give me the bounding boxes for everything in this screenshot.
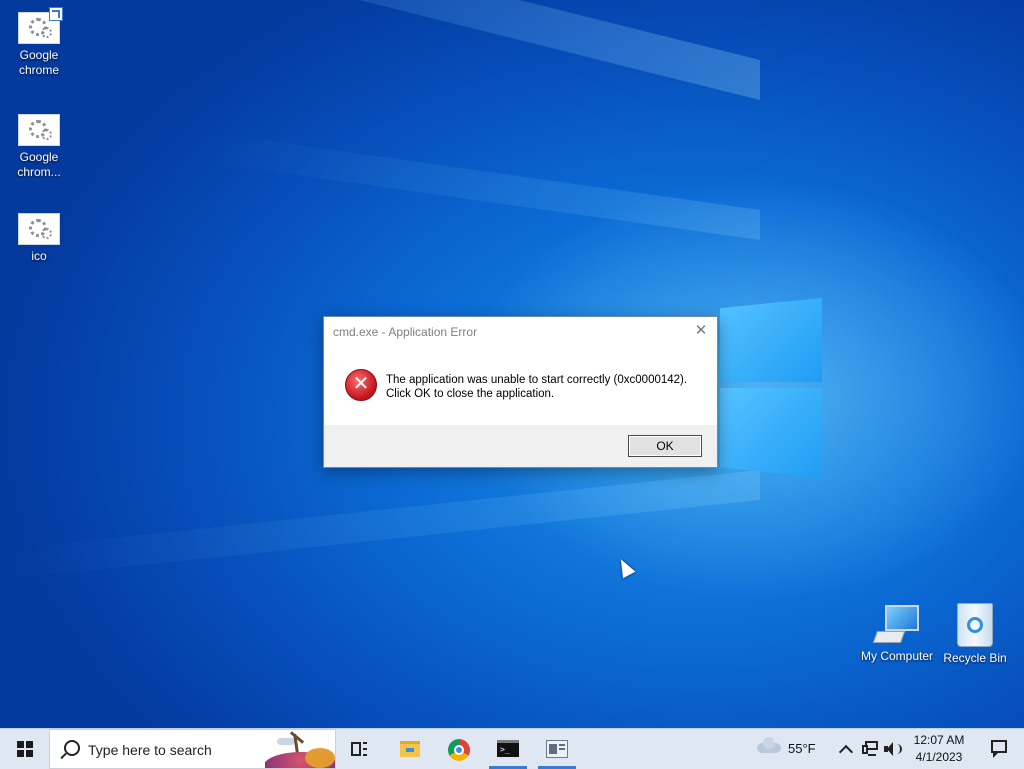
desktop-icon-google-chrom[interactable]: Google chrom...	[3, 114, 75, 180]
desktop-icon-label: Recycle Bin	[943, 651, 1007, 665]
show-hidden-icons-button[interactable]	[836, 739, 856, 760]
network-icon[interactable]	[862, 741, 880, 757]
error-icon: ✕	[345, 369, 377, 401]
notification-icon	[991, 740, 1007, 758]
mouse-cursor-icon	[614, 555, 636, 579]
settings-file-icon	[18, 114, 60, 146]
dialog-footer: OK	[324, 425, 717, 467]
search-highlight-art-icon	[265, 730, 335, 768]
shortcut-arrow-icon	[49, 7, 63, 21]
close-icon[interactable]: ✕	[691, 321, 711, 341]
taskbar-app-window[interactable]	[534, 729, 580, 769]
dialog-title: cmd.exe - Application Error	[333, 325, 478, 339]
weather-temperature: 55°F	[788, 741, 816, 756]
desktop-icon-recycle-bin[interactable]: Recycle Bin	[938, 603, 1012, 666]
dialog-message: The application was unable to start corr…	[386, 373, 687, 401]
desktop-icon-label: ico	[31, 249, 47, 263]
cloud-icon	[757, 737, 781, 753]
desktop-icon-ico[interactable]: ico	[3, 213, 75, 264]
computer-icon	[872, 605, 919, 645]
volume-icon[interactable]	[884, 741, 902, 757]
wallpaper-beam	[0, 470, 760, 580]
task-view-button[interactable]	[337, 729, 383, 769]
windows-start-icon	[17, 741, 33, 757]
desktop-icon-label: Google chrome	[18, 48, 59, 77]
settings-file-icon	[18, 7, 63, 44]
file-explorer-icon	[400, 741, 420, 757]
chrome-icon	[448, 739, 470, 761]
desktop-icon-label: My Computer	[860, 649, 934, 663]
recycle-bin-icon	[957, 603, 993, 647]
action-center-button[interactable]	[976, 729, 1016, 769]
taskbar: Type here to search >_ 55°F 12:07 AM 4/1…	[0, 728, 1024, 769]
desktop-icon-label: Google chrom...	[17, 150, 61, 179]
search-box[interactable]: Type here to search	[49, 729, 336, 769]
application-error-dialog: cmd.exe - Application Error ✕ ✕ The appl…	[323, 316, 718, 468]
search-placeholder: Type here to search	[88, 742, 212, 758]
desktop-icon-my-computer[interactable]: My Computer	[858, 605, 936, 664]
clock-time: 12:07 AM	[913, 733, 965, 747]
windows-logo-wallpaper	[720, 290, 824, 480]
wallpaper-beam	[200, 131, 760, 240]
search-icon	[64, 740, 80, 756]
desktop-icon-google-chrome[interactable]: Google chrome	[3, 7, 75, 78]
weather-widget[interactable]: 55°F	[752, 729, 824, 769]
cmd-icon: >_	[497, 740, 519, 757]
taskbar-cmd[interactable]: >_	[485, 729, 531, 769]
wallpaper-beam	[0, 0, 760, 100]
taskbar-clock[interactable]: 12:07 AM 4/1/2023	[906, 732, 972, 766]
ok-button[interactable]: OK	[628, 435, 702, 457]
settings-file-icon	[18, 213, 60, 245]
taskbar-file-explorer[interactable]	[387, 729, 433, 769]
task-view-icon	[351, 742, 367, 756]
dialog-message-line: Click OK to close the application.	[386, 388, 555, 400]
dialog-message-line: The application was unable to start corr…	[386, 374, 688, 386]
desktop: Google chrome Google chrom... ico My Com…	[0, 0, 1024, 728]
chevron-up-icon	[838, 744, 854, 760]
clock-date: 4/1/2023	[915, 750, 963, 764]
taskbar-chrome[interactable]	[436, 729, 482, 769]
app-window-icon	[546, 740, 568, 758]
start-button[interactable]	[0, 729, 48, 769]
